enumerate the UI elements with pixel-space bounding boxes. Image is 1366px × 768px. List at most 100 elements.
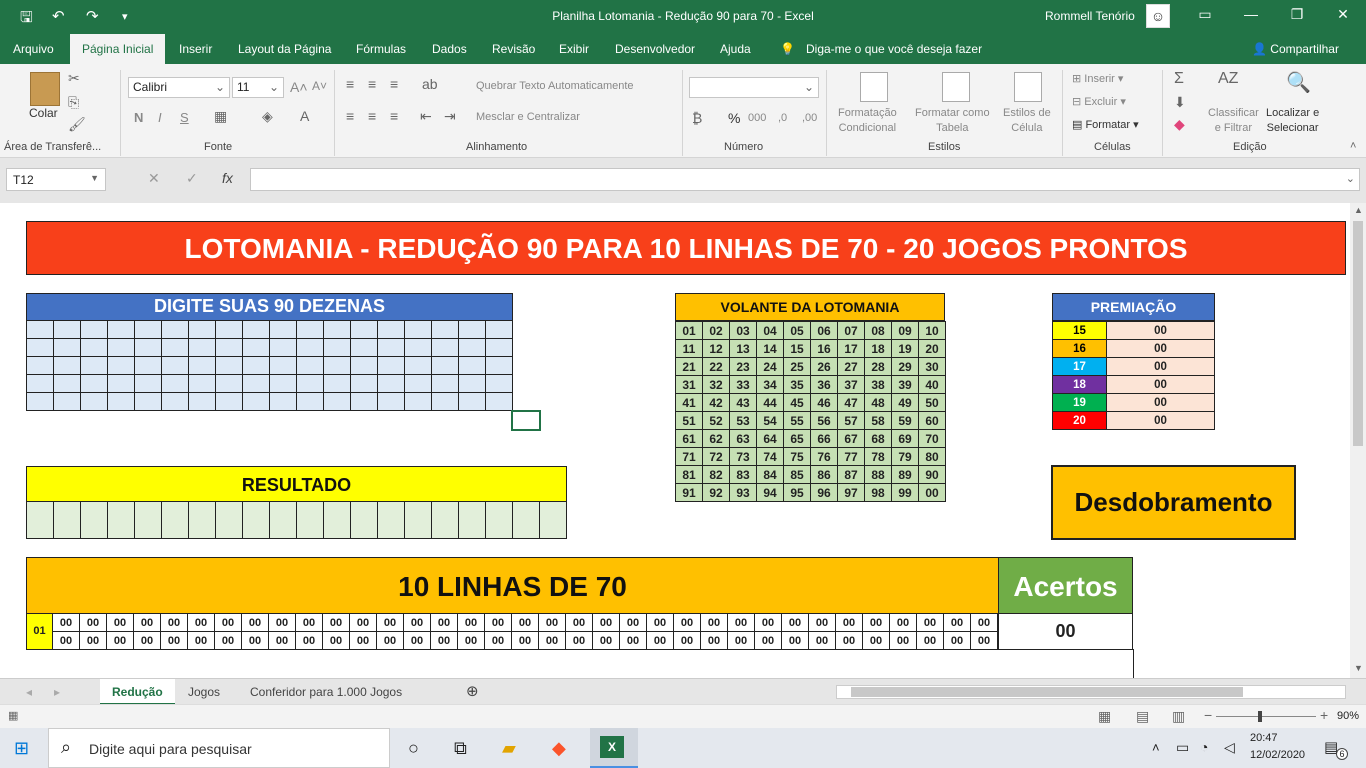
desdobramento-button[interactable]: Desdobramento — [1051, 465, 1296, 540]
prev-sheet-icon[interactable]: ◂ — [26, 685, 32, 699]
dezena-input-cell[interactable] — [80, 374, 108, 393]
align-top-icon[interactable]: ≡ — [346, 76, 354, 92]
dezena-input-cell[interactable] — [269, 356, 297, 375]
worksheet[interactable]: LOTOMANIA - REDUÇÃO 90 PARA 10 LINHAS DE… — [0, 203, 1350, 678]
cut-icon[interactable]: ✂ — [68, 70, 80, 87]
resultado-cell[interactable] — [242, 501, 270, 539]
paste-icon[interactable] — [30, 72, 60, 106]
battery-icon[interactable]: ▭ — [1176, 739, 1189, 756]
dezena-input-cell[interactable] — [80, 320, 108, 339]
format-table-icon[interactable] — [942, 72, 970, 102]
cell-styles-icon[interactable] — [1014, 72, 1042, 102]
resultado-cell[interactable] — [458, 501, 486, 539]
thousands-button[interactable]: 000 — [748, 112, 766, 124]
resultado-cell[interactable] — [323, 501, 351, 539]
dezena-input-cell[interactable] — [458, 338, 486, 357]
close-icon[interactable]: ✕ — [1320, 6, 1366, 23]
dezena-input-cell[interactable] — [323, 320, 351, 339]
dezena-input-cell[interactable] — [242, 356, 270, 375]
cortana-icon[interactable]: ○ — [408, 738, 419, 759]
dezena-input-cell[interactable] — [80, 392, 108, 411]
macro-icon[interactable]: ▦ — [8, 709, 18, 722]
font-size-box[interactable]: 11 ⌄ — [232, 77, 284, 98]
add-sheet-icon[interactable]: ⊕ — [466, 682, 479, 700]
dezena-input-cell[interactable] — [296, 374, 324, 393]
dezena-input-cell[interactable] — [53, 374, 81, 393]
tab-revisao[interactable]: Revisão — [492, 42, 535, 56]
orientation-icon[interactable]: ab — [422, 76, 438, 92]
dezena-input-cell[interactable] — [215, 320, 243, 339]
dezena-input-cell[interactable] — [188, 338, 216, 357]
insert-function-icon[interactable]: fx — [222, 170, 233, 186]
resultado-cell[interactable] — [539, 501, 567, 539]
resultado-cell[interactable] — [404, 501, 432, 539]
dezena-input-cell[interactable] — [485, 338, 513, 357]
dezena-input-cell[interactable] — [296, 392, 324, 411]
find-icon[interactable]: 🔍 — [1286, 70, 1311, 95]
dezenas-input-grid[interactable] — [26, 320, 513, 411]
name-box[interactable]: T12 ▼ — [6, 168, 106, 191]
taskbar-search[interactable]: ⌕ Digite aqui para pesquisar — [48, 728, 390, 768]
dezena-input-cell[interactable] — [485, 320, 513, 339]
dezena-input-cell[interactable] — [161, 374, 189, 393]
file-explorer-icon[interactable]: ▰ — [502, 738, 516, 759]
dezena-input-cell[interactable] — [242, 392, 270, 411]
tab-ajuda[interactable]: Ajuda — [720, 42, 751, 56]
dezena-input-cell[interactable] — [296, 338, 324, 357]
collapse-ribbon-icon[interactable]: ˄ — [1350, 140, 1356, 152]
dezena-input-cell[interactable] — [350, 320, 378, 339]
dezena-input-cell[interactable] — [80, 338, 108, 357]
dezena-input-cell[interactable] — [242, 374, 270, 393]
page-break-icon[interactable]: ▥ — [1172, 708, 1185, 725]
dezena-input-cell[interactable] — [485, 356, 513, 375]
zoom-out-icon[interactable]: − — [1204, 707, 1212, 723]
dezena-input-cell[interactable] — [404, 356, 432, 375]
increase-indent-icon[interactable]: ⇥ — [444, 108, 456, 125]
dezena-input-cell[interactable] — [404, 338, 432, 357]
resultado-cell[interactable] — [134, 501, 162, 539]
dezena-input-cell[interactable] — [215, 374, 243, 393]
tray-expand-icon[interactable]: ˄ — [1152, 740, 1160, 755]
wifi-icon[interactable]: ◔ — [1200, 739, 1208, 755]
dezena-input-cell[interactable] — [458, 320, 486, 339]
format-cells-button[interactable]: ▤ Formatar ▾ — [1072, 118, 1139, 131]
align-center-icon[interactable]: ≡ — [368, 108, 376, 124]
conditional-format-button[interactable]: Formatação Condicional — [838, 106, 897, 136]
task-view-icon[interactable]: ⧉ — [454, 738, 467, 759]
dezena-input-cell[interactable] — [404, 392, 432, 411]
enter-icon[interactable]: ✓ — [186, 170, 198, 187]
dezena-input-cell[interactable] — [431, 374, 459, 393]
zoom-level[interactable]: 90% — [1337, 710, 1359, 722]
resultado-cell[interactable] — [53, 501, 81, 539]
dezena-input-cell[interactable] — [350, 338, 378, 357]
dezena-input-cell[interactable] — [485, 392, 513, 411]
increase-font-icon[interactable]: A˄ — [290, 79, 308, 95]
resultado-cell[interactable] — [512, 501, 540, 539]
dezena-input-cell[interactable] — [53, 338, 81, 357]
resultado-cell[interactable] — [350, 501, 378, 539]
dezena-input-cell[interactable] — [296, 356, 324, 375]
restore-icon[interactable]: ❐ — [1274, 6, 1320, 23]
page-layout-icon[interactable]: ▤ — [1136, 708, 1149, 725]
dezena-input-cell[interactable] — [323, 374, 351, 393]
decrease-indent-icon[interactable]: ⇤ — [420, 108, 432, 125]
borders-icon[interactable]: ▦ — [214, 108, 227, 125]
vertical-scrollbar[interactable]: ▲ ▼ — [1350, 203, 1366, 678]
selected-cell-t12[interactable] — [511, 410, 541, 431]
zoom-slider[interactable] — [1216, 716, 1316, 717]
dezena-input-cell[interactable] — [134, 356, 162, 375]
align-right-icon[interactable]: ≡ — [390, 108, 398, 124]
increase-decimal-icon[interactable]: ,0 — [778, 112, 787, 124]
volume-icon[interactable]: ◁ — [1224, 739, 1235, 756]
fill-color-icon[interactable]: ◈ — [262, 108, 273, 125]
dezena-input-cell[interactable] — [431, 338, 459, 357]
dezena-input-cell[interactable] — [161, 392, 189, 411]
format-as-table-button[interactable]: Formatar como Tabela — [915, 106, 990, 136]
dezena-input-cell[interactable] — [431, 392, 459, 411]
dezena-input-cell[interactable] — [458, 392, 486, 411]
align-left-icon[interactable]: ≡ — [346, 108, 354, 124]
dezena-input-cell[interactable] — [26, 392, 54, 411]
resultado-cell[interactable] — [431, 501, 459, 539]
percent-button[interactable]: % — [728, 110, 740, 126]
resultado-cell[interactable] — [377, 501, 405, 539]
